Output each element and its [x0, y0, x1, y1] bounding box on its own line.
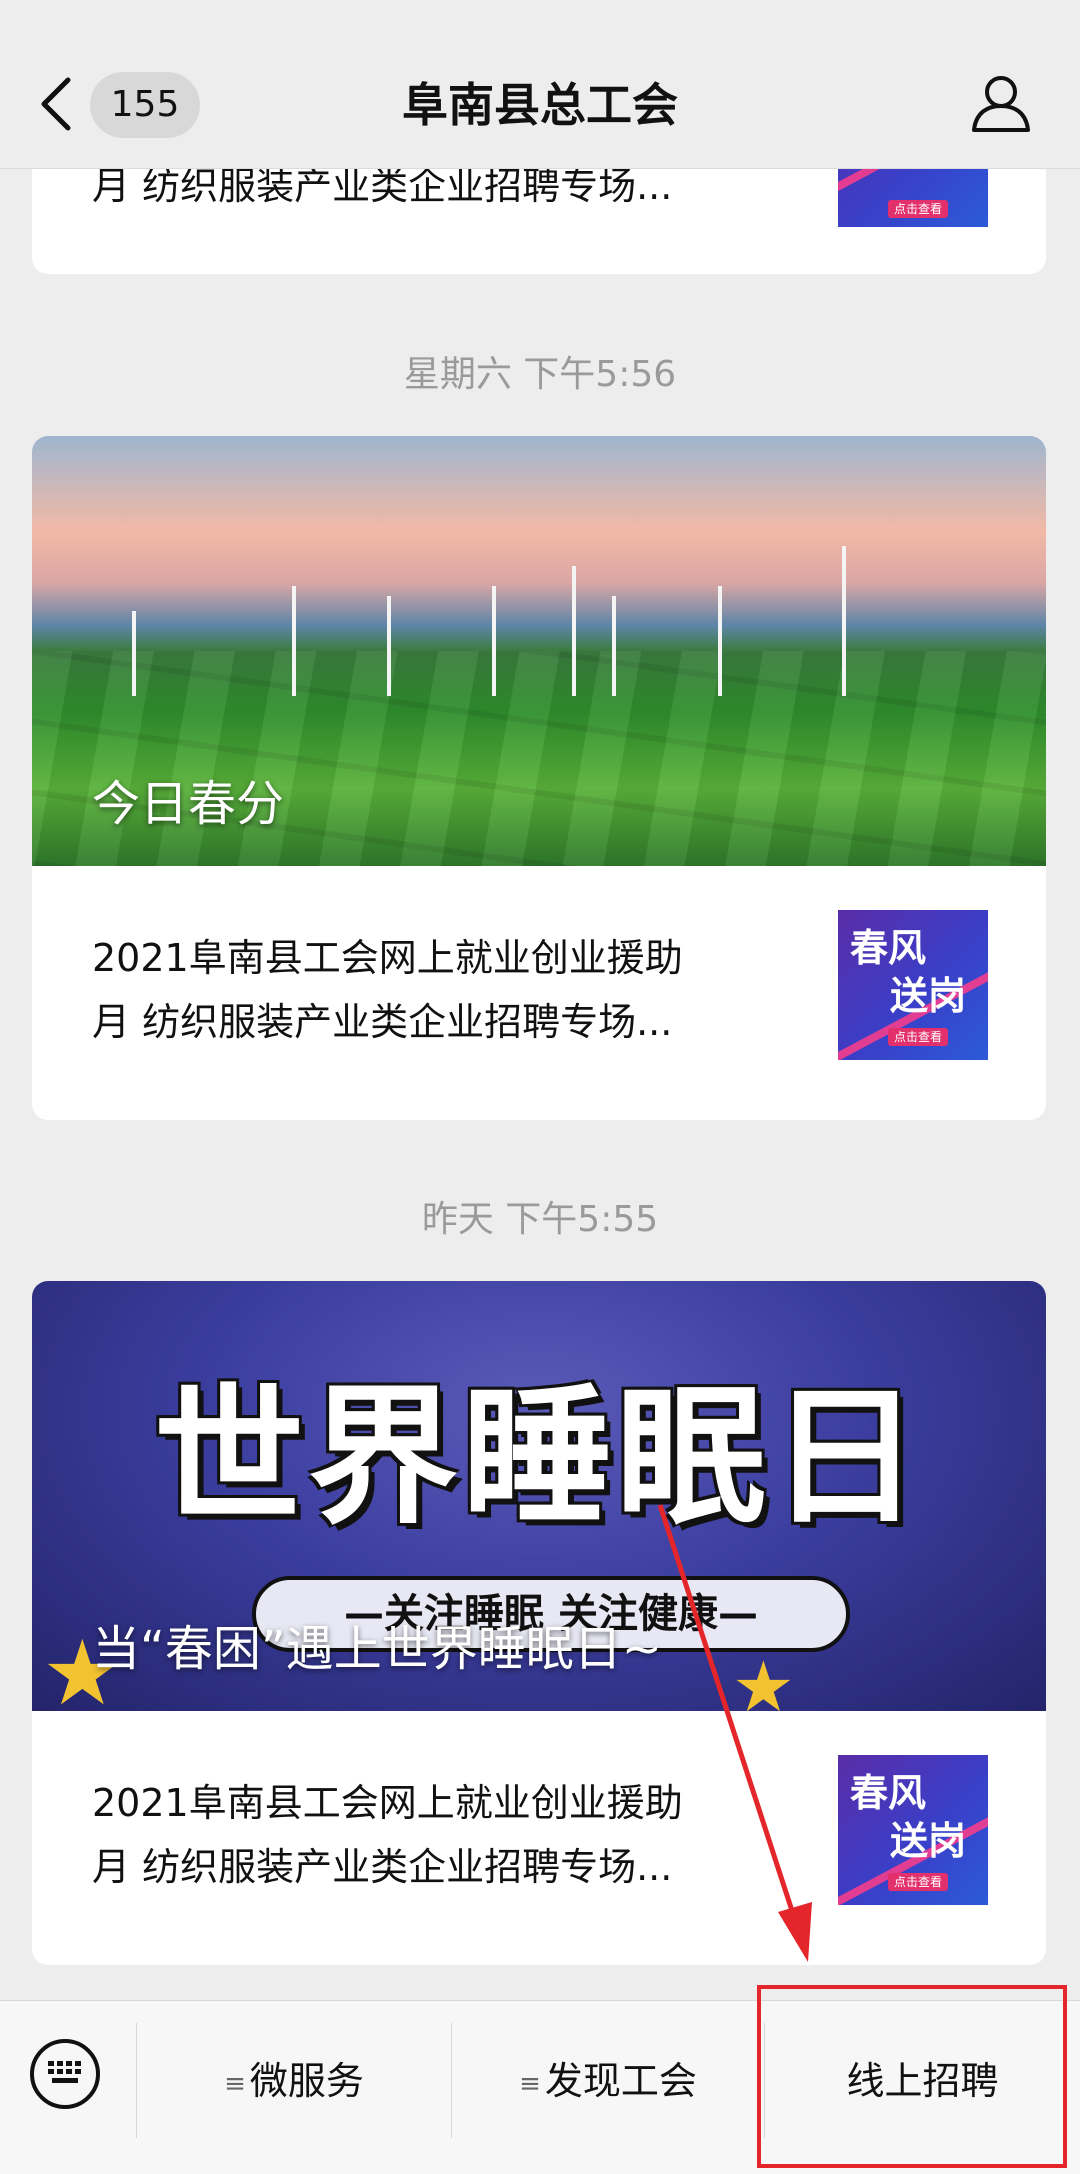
message-feed: 月 纺织服装产业类企业招聘专场... 点击查看 星期六 下午5:56 今日春分 …	[0, 0, 1080, 2173]
sub-article-thumbnail: 春风 送岗 点击查看	[838, 1755, 988, 1905]
profile-button[interactable]	[970, 72, 1032, 134]
article-cover-image[interactable]: 世界睡眠日 —关注睡眠 关注健康— ★ ★ 当“春困”遇上世界睡眠日~	[32, 1281, 1046, 1711]
star-decoration: ★	[732, 1646, 795, 1711]
article-card[interactable]: 世界睡眠日 —关注睡眠 关注健康— ★ ★ 当“春困”遇上世界睡眠日~ 2021…	[32, 1281, 1046, 1965]
sub-article-thumbnail: 春风 送岗 点击查看	[838, 910, 988, 1060]
message-timestamp: 昨天 下午5:55	[421, 1199, 659, 1240]
sub-article-row[interactable]: 2021阜南县工会网上就业创业援助 月 纺织服装产业类企业招聘专场... 春风 …	[32, 1711, 1046, 1961]
menu-label: 发现工会	[544, 2059, 697, 2103]
person-icon	[972, 76, 1030, 132]
sub-article-title: 2021阜南县工会网上就业创业援助 月 纺织服装产业类企业招聘专场...	[92, 1781, 683, 1889]
article-card[interactable]: 今日春分 2021阜南县工会网上就业创业援助 月 纺织服装产业类企业招聘专场..…	[32, 436, 1046, 1120]
keyboard-icon	[48, 2061, 81, 2083]
keyboard-toggle-button[interactable]	[30, 2039, 100, 2109]
sub-article-title: 2021阜南县工会网上就业创业援助 月 纺织服装产业类企业招聘专场...	[92, 936, 683, 1044]
page-title: 阜南县总工会	[402, 78, 678, 132]
highlight-box	[757, 1985, 1067, 2168]
menu-discover-union[interactable]: ≡ 发现工会	[452, 2001, 764, 2174]
menu-list-icon: ≡	[519, 2068, 541, 2099]
article-cover-image[interactable]: 今日春分	[32, 436, 1046, 866]
sub-article-row[interactable]: 2021阜南县工会网上就业创业援助 月 纺织服装产业类企业招聘专场... 春风 …	[32, 866, 1046, 1116]
article-cover-title: 当“春困”遇上世界睡眠日~	[92, 1621, 662, 1677]
cover-art-headline: 世界睡眠日	[153, 1371, 924, 1545]
top-navigation-bar: 155 阜南县总工会	[0, 0, 1080, 169]
message-timestamp: 星期六 下午5:56	[403, 354, 677, 395]
menu-label: 微服务	[249, 2059, 364, 2103]
menu-list-icon: ≡	[224, 2068, 246, 2099]
menu-micro-services[interactable]: ≡ 微服务	[137, 2001, 451, 2174]
article-cover-title: 今日春分	[92, 776, 285, 832]
